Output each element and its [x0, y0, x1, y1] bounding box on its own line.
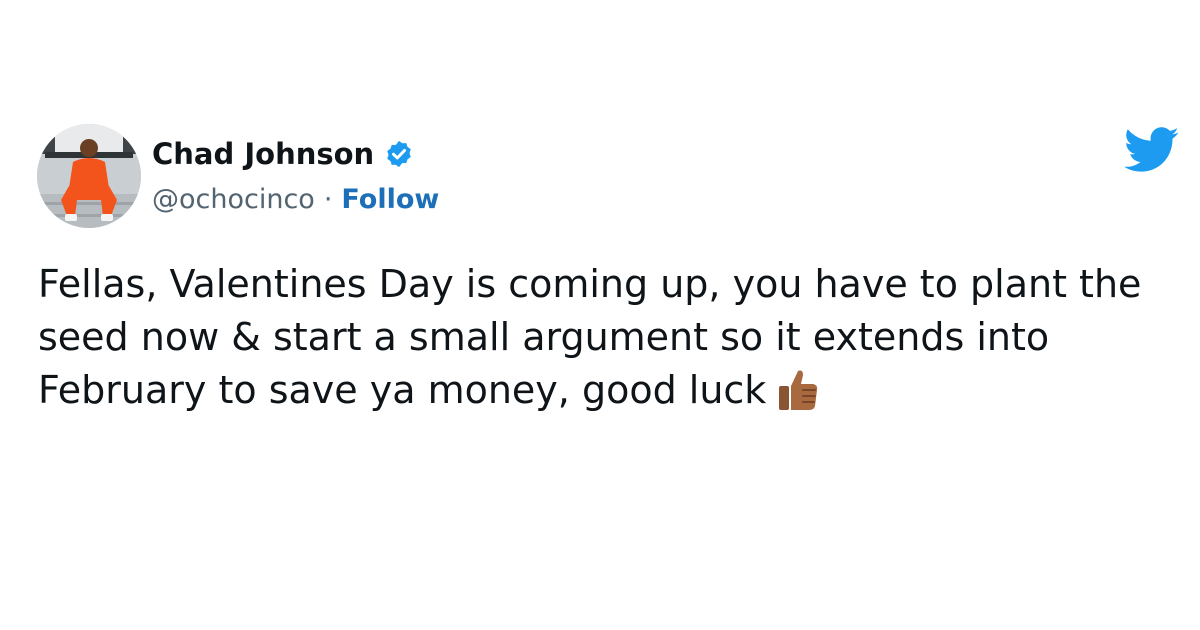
tweet-text: Fellas, Valentines Day is coming up, you…	[38, 262, 1142, 412]
twitter-bird-icon[interactable]	[1123, 127, 1180, 173]
thumbs-up-icon	[776, 367, 820, 427]
tweet-card: Chad Johnson @ochocinco · Follow Fellas,…	[0, 0, 1200, 630]
avatar-photo	[37, 124, 141, 228]
author-handle[interactable]: @ochocinco	[152, 184, 315, 215]
avatar[interactable]	[37, 124, 141, 228]
author-handle-row: @ochocinco · Follow	[152, 180, 439, 218]
follow-button[interactable]: Follow	[341, 184, 439, 215]
author-display-name[interactable]: Chad Johnson	[152, 137, 374, 171]
verified-badge-icon	[384, 139, 414, 169]
tweet-text-block: Fellas, Valentines Day is coming up, you…	[38, 258, 1178, 427]
author-name-row: Chad Johnson	[152, 134, 414, 174]
separator-dot: ·	[323, 183, 333, 215]
